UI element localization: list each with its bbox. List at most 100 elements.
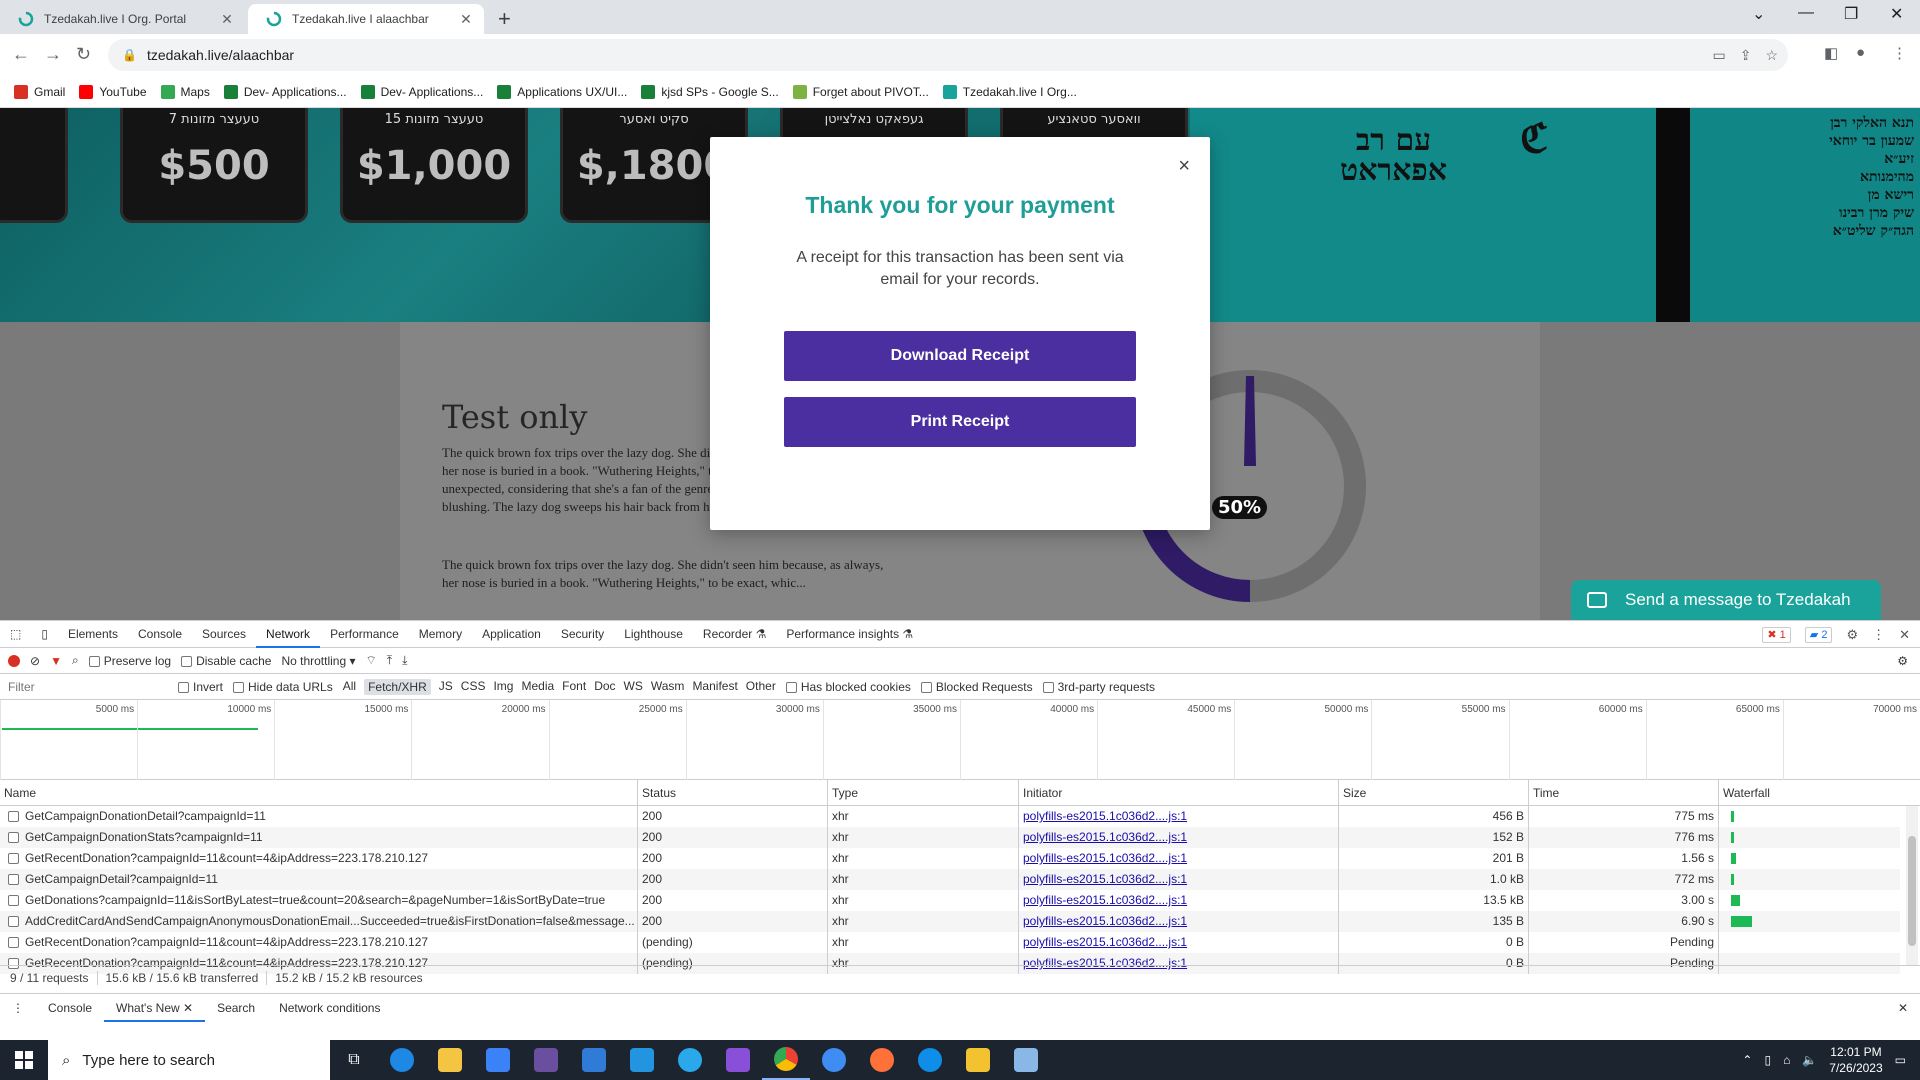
inspect-element-icon[interactable]: ⬚ — [0, 621, 31, 648]
network-icon[interactable]: ⌂ — [1783, 1053, 1790, 1067]
cell-initiator-text[interactable]: polyfills-es2015.1c036d2....js:1 — [1023, 914, 1187, 928]
drawer-tab-search[interactable]: Search — [205, 994, 267, 1022]
address-bar[interactable]: 🔒 tzedakah.live/alaachbar ▭ ⇪ ☆ — [108, 39, 1788, 71]
share-icon[interactable]: ⇪ — [1740, 47, 1752, 64]
blocked-requests-checkbox[interactable]: Blocked Requests — [920, 680, 1033, 694]
taskbar-clock[interactable]: 12:01 PM 7/26/2023 — [1829, 1044, 1882, 1076]
network-settings-icon[interactable]: ⚙ — [1897, 654, 1908, 668]
devtools-tab-lighthouse[interactable]: Lighthouse — [614, 621, 693, 648]
table-row[interactable]: GetRecentDonation?campaignId=11&count=4&… — [0, 848, 1900, 869]
bookmark-star-icon[interactable]: ☆ — [1765, 47, 1778, 64]
notepad-icon[interactable] — [1002, 1040, 1050, 1080]
back-icon[interactable]: ← — [12, 44, 30, 65]
filter-type-doc[interactable]: Doc — [594, 679, 615, 695]
devtools-menu-icon[interactable]: ⋮ — [1872, 627, 1885, 643]
filter-input[interactable] — [8, 677, 168, 696]
paint-icon[interactable] — [954, 1040, 1002, 1080]
volume-icon[interactable]: 🔈 — [1802, 1053, 1817, 1067]
clear-icon[interactable]: ⊘ — [30, 654, 40, 668]
drawer-menu-icon[interactable]: ⋮ — [0, 994, 36, 1022]
table-row[interactable]: GetDonations?campaignId=11&isSortByLates… — [0, 890, 1900, 911]
firefox-icon[interactable] — [858, 1040, 906, 1080]
cell-initiator[interactable]: polyfills-es2015.1c036d2....js:1 — [1018, 848, 1338, 869]
devtools-tab-elements[interactable]: Elements — [58, 621, 128, 648]
send-message-button[interactable]: Send a message to Tzedakah — [1571, 580, 1881, 620]
record-icon[interactable] — [8, 654, 20, 667]
disable-cache-checkbox[interactable]: Disable cache — [181, 654, 271, 668]
bookmark-item[interactable]: Dev- Applications... — [360, 84, 483, 99]
column-header-name[interactable]: Name — [0, 780, 637, 805]
browser-tab-org-portal[interactable]: Tzedakah.live I Org. Portal ✕ — [0, 4, 245, 34]
chrome-icon[interactable] — [762, 1040, 810, 1080]
bookmark-item[interactable]: Applications UX/UI... — [497, 84, 627, 99]
reload-icon[interactable]: ↻ — [76, 44, 91, 65]
drawer-tab-whats-new[interactable]: What's New ✕ — [104, 994, 206, 1022]
filter-type-ws[interactable]: WS — [624, 679, 643, 695]
notifications-icon[interactable]: ▭ — [1895, 1053, 1906, 1067]
file-explorer-icon[interactable] — [426, 1040, 474, 1080]
filter-type-css[interactable]: CSS — [461, 679, 486, 695]
column-header-waterfall[interactable]: Waterfall — [1718, 780, 1900, 805]
filter-type-media[interactable]: Media — [521, 679, 554, 695]
devtools-tab-performance[interactable]: Performance — [320, 621, 409, 648]
start-button[interactable] — [0, 1040, 48, 1080]
table-row[interactable]: AddCreditCardAndSendCampaignAnonymousDon… — [0, 911, 1900, 932]
tray-chevron-icon[interactable]: ⌃ — [1742, 1053, 1752, 1067]
bookmark-item[interactable]: YouTube — [79, 84, 147, 99]
lock-icon[interactable]: 🔒 — [122, 48, 137, 62]
throttling-select[interactable]: No throttling ▾ — [281, 654, 355, 668]
visual-studio-icon[interactable] — [714, 1040, 762, 1080]
column-header-initiator[interactable]: Initiator — [1018, 780, 1338, 805]
drawer-tab-console[interactable]: Console — [36, 994, 104, 1022]
table-row[interactable]: GetCampaignDetail?campaignId=11 200 xhr pol… — [0, 869, 1900, 890]
network-timeline-overview[interactable]: 5000 ms 10000 ms 15000 ms 20000 ms 25000 ms 3… — [0, 700, 1920, 780]
bookmark-item[interactable]: Gmail — [14, 84, 65, 99]
filter-type-all[interactable]: All — [343, 679, 356, 695]
bookmark-item[interactable]: Maps — [160, 84, 210, 99]
side-panel-icon[interactable]: ◧ — [1824, 44, 1838, 62]
hide-data-urls-checkbox[interactable]: Hide data URLs — [233, 680, 333, 694]
devtools-tab-performance-insights[interactable]: Performance insights ⚗ — [776, 621, 923, 648]
preserve-log-checkbox[interactable]: Preserve log — [88, 654, 171, 668]
filter-type-other[interactable]: Other — [746, 679, 776, 695]
browser-tab-alaachbar[interactable]: Tzedakah.live I alaachbar ✕ — [248, 4, 484, 34]
devtools-tab-network[interactable]: Network — [256, 621, 321, 648]
filter-type-manifest[interactable]: Manifest — [692, 679, 737, 695]
third-party-checkbox[interactable]: 3rd-party requests — [1042, 680, 1155, 694]
devtools-tab-security[interactable]: Security — [551, 621, 614, 648]
sync-app-icon[interactable] — [810, 1040, 858, 1080]
cast-icon[interactable]: ▭ — [1712, 47, 1725, 64]
bookmark-item[interactable]: Dev- Applications... — [223, 84, 347, 99]
network-conditions-icon[interactable]: ⌔ — [366, 653, 377, 668]
column-header-type[interactable]: Type — [827, 780, 1018, 805]
message-count-badge[interactable]: ▰ 2 — [1804, 627, 1833, 643]
table-row[interactable]: GetCampaignDonationStats?campaignId=11 20… — [0, 827, 1900, 848]
new-tab-icon[interactable]: + — [498, 6, 511, 32]
cell-initiator[interactable]: polyfills-es2015.1c036d2....js:1 — [1018, 911, 1338, 932]
tab-close-icon[interactable]: ✕ — [219, 11, 235, 28]
telegram-icon[interactable] — [666, 1040, 714, 1080]
cell-initiator[interactable]: polyfills-es2015.1c036d2....js:1 — [1018, 806, 1338, 827]
task-view-icon[interactable]: ⧉ — [330, 1040, 378, 1080]
devtools-tab-memory[interactable]: Memory — [409, 621, 472, 648]
table-row[interactable]: GetCampaignDonationDetail?campaignId=11 2… — [0, 806, 1900, 827]
download-receipt-button[interactable]: Download Receipt — [784, 331, 1136, 381]
invert-checkbox[interactable]: Invert — [178, 680, 223, 694]
store-icon[interactable] — [474, 1040, 522, 1080]
devtools-settings-icon[interactable]: ⚙ — [1846, 627, 1858, 643]
forward-icon[interactable]: → — [44, 44, 62, 65]
table-row[interactable]: GetRecentDonation?campaignId=11&count=4&… — [0, 932, 1900, 953]
minimize-icon[interactable]: — — [1798, 4, 1814, 22]
devtools-close-icon[interactable]: ✕ — [1899, 627, 1910, 643]
app-grid-icon[interactable] — [522, 1040, 570, 1080]
cell-initiator[interactable]: polyfills-es2015.1c036d2....js:1 — [1018, 827, 1338, 848]
column-header-status[interactable]: Status — [637, 780, 827, 805]
restore-icon[interactable]: ❐ — [1844, 4, 1858, 24]
cell-initiator[interactable]: polyfills-es2015.1c036d2....js:1 — [1018, 869, 1338, 890]
bookmark-item[interactable]: kjsd SPs - Google S... — [641, 84, 779, 99]
column-header-size[interactable]: Size — [1338, 780, 1528, 805]
drawer-close-icon[interactable]: ✕ — [1898, 1001, 1908, 1015]
cell-initiator-text[interactable]: polyfills-es2015.1c036d2....js:1 — [1023, 935, 1187, 949]
window-close-icon[interactable]: ✕ — [1890, 4, 1903, 24]
cell-initiator-text[interactable]: polyfills-es2015.1c036d2....js:1 — [1023, 830, 1187, 844]
